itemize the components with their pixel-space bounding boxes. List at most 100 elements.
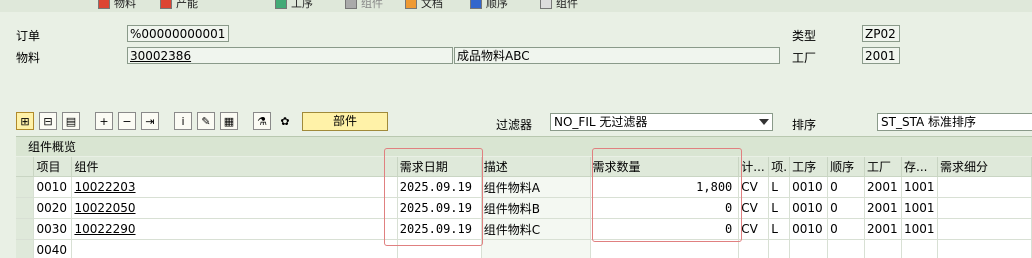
table-row[interactable]: 0020 10022050 2025.09.19 组件物料B 0 CV L 00… [16, 197, 1032, 219]
col-header-operation[interactable]: 工序 [789, 157, 829, 177]
order-type-label: 类型 [792, 29, 817, 43]
toolbar-material-button[interactable]: 物料 [98, 0, 136, 11]
col-header-description[interactable]: 描述 [481, 157, 591, 177]
delete-row-icon[interactable]: − [118, 112, 136, 130]
cell-storage[interactable] [901, 239, 939, 258]
cell-req-qty[interactable]: 1,800 [590, 176, 740, 198]
toolbar-component2-button[interactable]: 组件 [540, 0, 578, 11]
cell-component[interactable]: 10022290 [71, 218, 398, 240]
cell-component[interactable] [71, 239, 398, 258]
row-selector-header[interactable] [16, 157, 35, 177]
row-selector[interactable] [16, 239, 35, 258]
cell-req-date[interactable] [397, 239, 482, 258]
toolbar-component-button[interactable]: 组件 [345, 0, 383, 11]
cell-description [481, 239, 591, 258]
cell-req-date[interactable]: 2025.09.19 [397, 176, 482, 198]
cell-storage[interactable]: 1001 [901, 176, 939, 198]
info-icon[interactable]: i [174, 112, 192, 130]
col-header-req-date[interactable]: 需求日期 [397, 157, 482, 177]
cell-req-segment[interactable] [937, 176, 1032, 198]
order-field[interactable]: %00000000001 [127, 25, 229, 42]
cell-item-cat[interactable]: L [768, 218, 791, 240]
col-header-req-qty[interactable]: 需求数量 [590, 157, 740, 177]
edit-icon[interactable]: ✎ [197, 112, 215, 130]
col-header-item-cat[interactable]: 项. [768, 157, 791, 177]
sort-dropdown[interactable]: ST_STA 标准排序 [877, 113, 1032, 131]
cell-unit[interactable]: CV [738, 218, 770, 240]
cell-storage[interactable]: 1001 [901, 218, 939, 240]
cell-item-cat[interactable]: L [768, 197, 791, 219]
cell-sequence[interactable]: 0 [827, 218, 866, 240]
cell-req-date[interactable]: 2025.09.19 [397, 197, 482, 219]
col-header-storage[interactable]: 存... [901, 157, 939, 177]
cell-req-segment[interactable] [937, 239, 1032, 258]
cell-item[interactable]: 0010 [33, 176, 73, 198]
cell-item[interactable]: 0030 [33, 218, 73, 240]
material-description-field: 成品物料ABC [454, 47, 780, 64]
cell-plant[interactable]: 2001 [864, 176, 903, 198]
col-header-component[interactable]: 组件 [71, 157, 398, 177]
cell-description: 组件物料B [481, 197, 591, 219]
add-row-icon[interactable]: + [95, 112, 113, 130]
row-selector[interactable] [16, 176, 35, 198]
col-header-unit[interactable]: 计... [738, 157, 770, 177]
col-header-req-segment[interactable]: 需求细分 [937, 157, 1032, 177]
cell-unit[interactable] [738, 239, 770, 258]
operation-icon [275, 0, 287, 9]
cell-component[interactable]: 10022050 [71, 197, 398, 219]
cell-plant[interactable]: 2001 [864, 218, 903, 240]
col-header-sequence[interactable]: 顺序 [827, 157, 866, 177]
cell-item[interactable]: 0040 [33, 239, 73, 258]
table-row[interactable]: 0030 10022290 2025.09.19 组件物料C 0 CV L 00… [16, 218, 1032, 240]
cell-item-cat[interactable]: L [768, 176, 791, 198]
cell-req-qty[interactable]: 0 [590, 218, 740, 240]
cell-req-qty[interactable] [590, 239, 740, 258]
cell-item-cat[interactable] [768, 239, 791, 258]
cell-storage[interactable]: 1001 [901, 197, 939, 219]
cell-operation[interactable]: 0010 [789, 218, 829, 240]
cell-operation[interactable]: 0010 [789, 197, 829, 219]
table-row[interactable]: 0040 [16, 239, 1032, 258]
cell-item[interactable]: 0020 [33, 197, 73, 219]
cell-req-qty[interactable]: 0 [590, 197, 740, 219]
cell-req-segment[interactable] [937, 197, 1032, 219]
toolbar-operation-button[interactable]: 工序 [275, 0, 313, 11]
filter-dropdown[interactable]: NO_FIL 无过滤器 [550, 113, 773, 131]
cell-unit[interactable]: CV [738, 197, 770, 219]
toolbar-document-button[interactable]: 文档 [405, 0, 443, 11]
cell-req-segment[interactable] [937, 218, 1032, 240]
details-icon[interactable]: ▤ [62, 112, 80, 130]
component-icon [345, 0, 357, 9]
col-header-item[interactable]: 项目 [33, 157, 73, 177]
cell-sequence[interactable]: 0 [827, 197, 866, 219]
cell-component[interactable]: 10022203 [71, 176, 398, 198]
components-grid: 项目 组件 需求日期 描述 需求数量 计... 项. 工序 顺序 工厂 存...… [16, 157, 1032, 258]
order-type-field[interactable]: ZP02 [862, 25, 900, 42]
cell-operation[interactable]: 0010 [789, 176, 829, 198]
cell-plant[interactable] [864, 239, 903, 258]
material-field[interactable]: 30002386 [127, 47, 453, 64]
row-selector[interactable] [16, 197, 35, 219]
toolbar-sequence-button[interactable]: 顺序 [470, 0, 508, 11]
filter-label: 过滤器 [496, 118, 533, 132]
cell-req-date[interactable]: 2025.09.19 [397, 218, 482, 240]
parts-button[interactable]: 部件 [302, 112, 388, 131]
col-header-plant[interactable]: 工厂 [864, 157, 903, 177]
plant-field[interactable]: 2001 [862, 47, 900, 64]
cell-unit[interactable]: CV [738, 176, 770, 198]
insert-row-icon[interactable]: ⇥ [141, 112, 159, 130]
row-selector[interactable] [16, 218, 35, 240]
lab-icon[interactable]: ⚗ [253, 112, 271, 130]
cell-sequence[interactable] [827, 239, 866, 258]
table-row[interactable]: 0010 10022203 2025.09.19 组件物料A 1,800 CV … [16, 176, 1032, 198]
columns-icon[interactable]: ▦ [220, 112, 238, 130]
parts-icon[interactable]: ✿ [276, 112, 294, 130]
cell-operation[interactable] [789, 239, 829, 258]
cell-sequence[interactable]: 0 [827, 176, 866, 198]
expand-icon[interactable]: ⊞ [16, 112, 34, 130]
collapse-icon[interactable]: ⊟ [39, 112, 57, 130]
sequence-icon [470, 0, 482, 9]
toolbar-capacity-button[interactable]: 产能 [160, 0, 198, 11]
cell-plant[interactable]: 2001 [864, 197, 903, 219]
cell-description: 组件物料A [481, 176, 591, 198]
